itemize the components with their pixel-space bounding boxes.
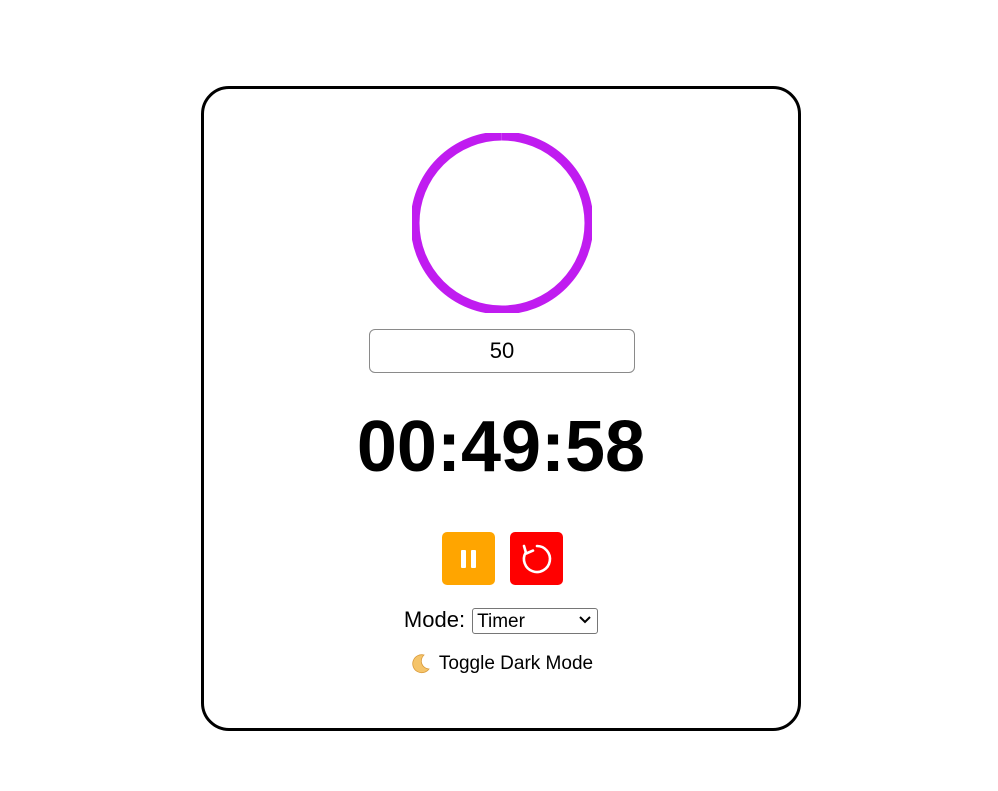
progress-ring-arc	[412, 133, 592, 313]
reset-button[interactable]	[510, 532, 563, 585]
dark-mode-label: Toggle Dark Mode	[438, 653, 594, 674]
mode-select[interactable]: Timer	[472, 608, 599, 634]
time-display: 00:49:58	[356, 407, 646, 487]
mode-label: Mode:	[403, 607, 466, 632]
minutes-input[interactable]	[369, 329, 635, 373]
progress-ring	[412, 133, 592, 313]
mode-row: Mode: Timer	[204, 607, 798, 634]
reset-icon	[522, 544, 551, 573]
pause-button[interactable]	[442, 532, 495, 585]
pause-icon	[460, 549, 476, 568]
timer-card: 00:49:58 Mode: Timer Toggle Dark Mode	[201, 86, 801, 731]
dark-mode-toggle[interactable]: Toggle Dark Mode	[204, 653, 798, 675]
mode-select-wrap: Timer	[472, 608, 599, 634]
crescent-moon-icon	[412, 654, 430, 674]
progress-ring-svg	[412, 133, 592, 313]
